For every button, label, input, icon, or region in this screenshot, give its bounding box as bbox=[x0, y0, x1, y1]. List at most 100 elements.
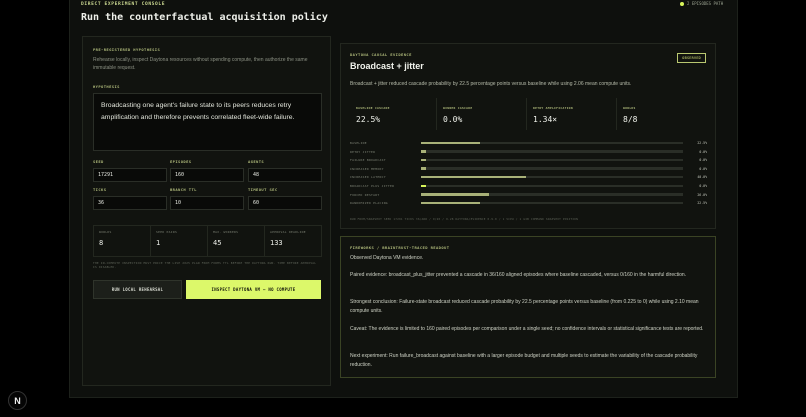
row-bar-track bbox=[421, 193, 683, 196]
metric-winner-cascade: WINNER CASCADE 0.0% bbox=[437, 98, 527, 130]
row-bar-track bbox=[421, 176, 683, 179]
metric-label: BASELINE CASCADE bbox=[356, 106, 390, 110]
status-dot-icon bbox=[680, 1, 684, 6]
field-episodes: EPISODES 160 bbox=[170, 159, 244, 182]
row-label: FAILURE BROADCAST bbox=[350, 158, 386, 163]
hypothesis-panel: PRE-REGISTERED HYPOTHESIS Rehearse local… bbox=[82, 36, 331, 386]
row-bar-track bbox=[421, 141, 683, 144]
metric-label: WORLDS bbox=[623, 106, 636, 110]
row-value: 22.5% bbox=[697, 141, 707, 145]
status-pill: 2 EPISODES PATH bbox=[680, 1, 723, 6]
row-bar-track bbox=[421, 167, 683, 170]
row-bar-track bbox=[421, 158, 683, 162]
field-agents: AGENTS 48 bbox=[248, 159, 322, 182]
row-label: RANDOMIZED PLACING bbox=[350, 201, 388, 206]
stat-value: 133 bbox=[270, 239, 283, 247]
field-timeout-sec: TIMEOUT SEC 60 bbox=[248, 187, 322, 210]
field-label: BRANCH TTL bbox=[170, 187, 197, 192]
row-value: 0.0% bbox=[699, 184, 707, 188]
stats-strip: WORLDS 8 SEED PAIRS 1 MAX. WORKERS 45 AP… bbox=[93, 225, 322, 257]
row-label: INCREASED MEMORY bbox=[350, 166, 384, 171]
metric-retry-amplification: RETRY AMPLIFICATION 1.34× bbox=[527, 98, 617, 130]
row-label: FORCED RESTART bbox=[350, 192, 380, 197]
page-title: Run the counterfactual acquisition polic… bbox=[81, 12, 328, 23]
hypothesis-label: HYPOTHESIS bbox=[93, 84, 120, 89]
field-input[interactable]: 48 bbox=[248, 168, 322, 182]
row-label: INCREASED LATENCY bbox=[350, 175, 386, 180]
field-input[interactable]: 36 bbox=[93, 196, 167, 210]
row-value: 22.5% bbox=[697, 201, 707, 206]
row-value: 0.0% bbox=[699, 158, 707, 163]
finding-paragraph: Strongest conclusion: Failure-state broa… bbox=[350, 299, 699, 314]
finding-paragraph: Paired evidence: broadcast_plus_jitter p… bbox=[350, 272, 687, 278]
row-bar-track bbox=[421, 150, 683, 153]
row-bar-fill bbox=[421, 150, 427, 153]
evidence-section-label: DAYTONA CAUSAL EVIDENCE bbox=[350, 52, 412, 57]
run-local-rehearsal-button[interactable]: RUN LOCAL REHEARSAL bbox=[93, 280, 182, 299]
field-label: AGENTS bbox=[248, 159, 265, 164]
metric-label: WINNER CASCADE bbox=[443, 106, 473, 110]
field-label: EPISODES bbox=[170, 159, 192, 164]
row-bar-fill bbox=[421, 176, 526, 179]
metric-value: 1.34× bbox=[533, 115, 558, 124]
metric-value: 0.0% bbox=[443, 115, 463, 124]
row-bar-fill bbox=[421, 184, 427, 187]
row-bar-track bbox=[421, 184, 683, 187]
field-input[interactable]: 160 bbox=[170, 168, 244, 182]
field-input[interactable]: 17291 bbox=[93, 168, 167, 182]
row-value: 0.0% bbox=[699, 166, 707, 171]
row-bar-fill bbox=[421, 193, 490, 196]
field-branch-ttl: BRANCH TTL 10 bbox=[170, 187, 244, 210]
next-logo-icon[interactable]: N bbox=[8, 391, 27, 410]
stat-value: 8 bbox=[99, 239, 104, 247]
finding-paragraph: Caveat: The evidence is limited to 160 p… bbox=[350, 326, 704, 332]
row-bar-track bbox=[421, 201, 683, 205]
stat-label: MAX. WORKERS bbox=[213, 230, 239, 234]
evidence-footnote: RUN FROM/SNAPSHOT SEED 17291 TICKS 36/AR… bbox=[350, 217, 578, 221]
field-label: TICKS bbox=[93, 187, 107, 192]
metric-value: 8/8 bbox=[623, 115, 638, 124]
stat-label: APPROVAL DEADLINE bbox=[270, 230, 306, 234]
stat-approval-deadline: APPROVAL DEADLINE 133 bbox=[265, 226, 321, 256]
field-seed: SEED 17291 bbox=[93, 159, 167, 182]
stat-seed-pairs: SEED PAIRS 1 bbox=[151, 226, 208, 256]
row-label: BROADCAST PLUS JITTER bbox=[350, 184, 395, 188]
evidence-panel: DAYTONA CAUSAL EVIDENCE OBSERVED Broadca… bbox=[340, 43, 716, 229]
row-value: 0.0% bbox=[699, 149, 707, 154]
stat-label: WORLDS bbox=[99, 230, 112, 234]
stat-label: SEED PAIRS bbox=[156, 230, 178, 234]
row-bar-fill bbox=[421, 158, 427, 162]
inspect-daytona-button[interactable]: INSPECT DAYTONA VM — NO COMPUTE bbox=[186, 280, 321, 299]
field-input[interactable]: 60 bbox=[248, 196, 322, 210]
observed-badge: OBSERVED bbox=[677, 53, 706, 63]
metric-value: 22.5% bbox=[356, 115, 381, 124]
field-label: SEED bbox=[93, 159, 104, 164]
finding-paragraph: Observed Daytona VM evidence. bbox=[350, 255, 424, 261]
hypothesis-textarea[interactable]: Broadcasting one agent's failure state t… bbox=[93, 93, 322, 151]
hypothesis-description: Rehearse locally, inspect Daytona resour… bbox=[93, 57, 308, 71]
row-bar-fill bbox=[421, 141, 480, 144]
row-label: RETRY JITTER bbox=[350, 149, 376, 154]
console-eyebrow: DIRECT EXPERIMENT CONSOLE bbox=[81, 2, 166, 7]
metric-worlds: WORLDS 8/8 bbox=[617, 98, 707, 130]
row-bar-fill bbox=[421, 201, 480, 205]
stat-value: 45 bbox=[213, 239, 222, 247]
findings-section-label: FIREWORKS / BRAINTRUST-TRACED READOUT bbox=[350, 245, 450, 250]
hypothesis-section-label: PRE-REGISTERED HYPOTHESIS bbox=[93, 47, 161, 52]
metric-baseline-cascade: BASELINE CASCADE 22.5% bbox=[350, 98, 437, 130]
field-ticks: TICKS 36 bbox=[93, 187, 167, 210]
field-label: TIMEOUT SEC bbox=[248, 187, 278, 192]
row-value: 26.0% bbox=[697, 192, 707, 197]
metric-label: RETRY AMPLIFICATION bbox=[533, 106, 574, 110]
stat-worlds: WORLDS 8 bbox=[94, 226, 151, 256]
status-text: 2 EPISODES PATH bbox=[687, 1, 724, 6]
stat-value: 1 bbox=[156, 239, 161, 247]
stat-max-workers: MAX. WORKERS 45 bbox=[208, 226, 265, 256]
field-input[interactable]: 10 bbox=[170, 196, 244, 210]
evidence-title: Broadcast + jitter bbox=[350, 61, 424, 71]
fine-print: THE IN-COMPUTE INSPECTION MUST PRICE THE… bbox=[93, 261, 317, 270]
row-bar-fill bbox=[421, 167, 427, 170]
evidence-summary: Broadcast + jitter reduced cascade proba… bbox=[350, 81, 632, 87]
findings-panel: FIREWORKS / BRAINTRUST-TRACED READOUT Ob… bbox=[340, 236, 716, 378]
finding-paragraph: Next experiment: Run failure_broadcast a… bbox=[350, 353, 698, 368]
